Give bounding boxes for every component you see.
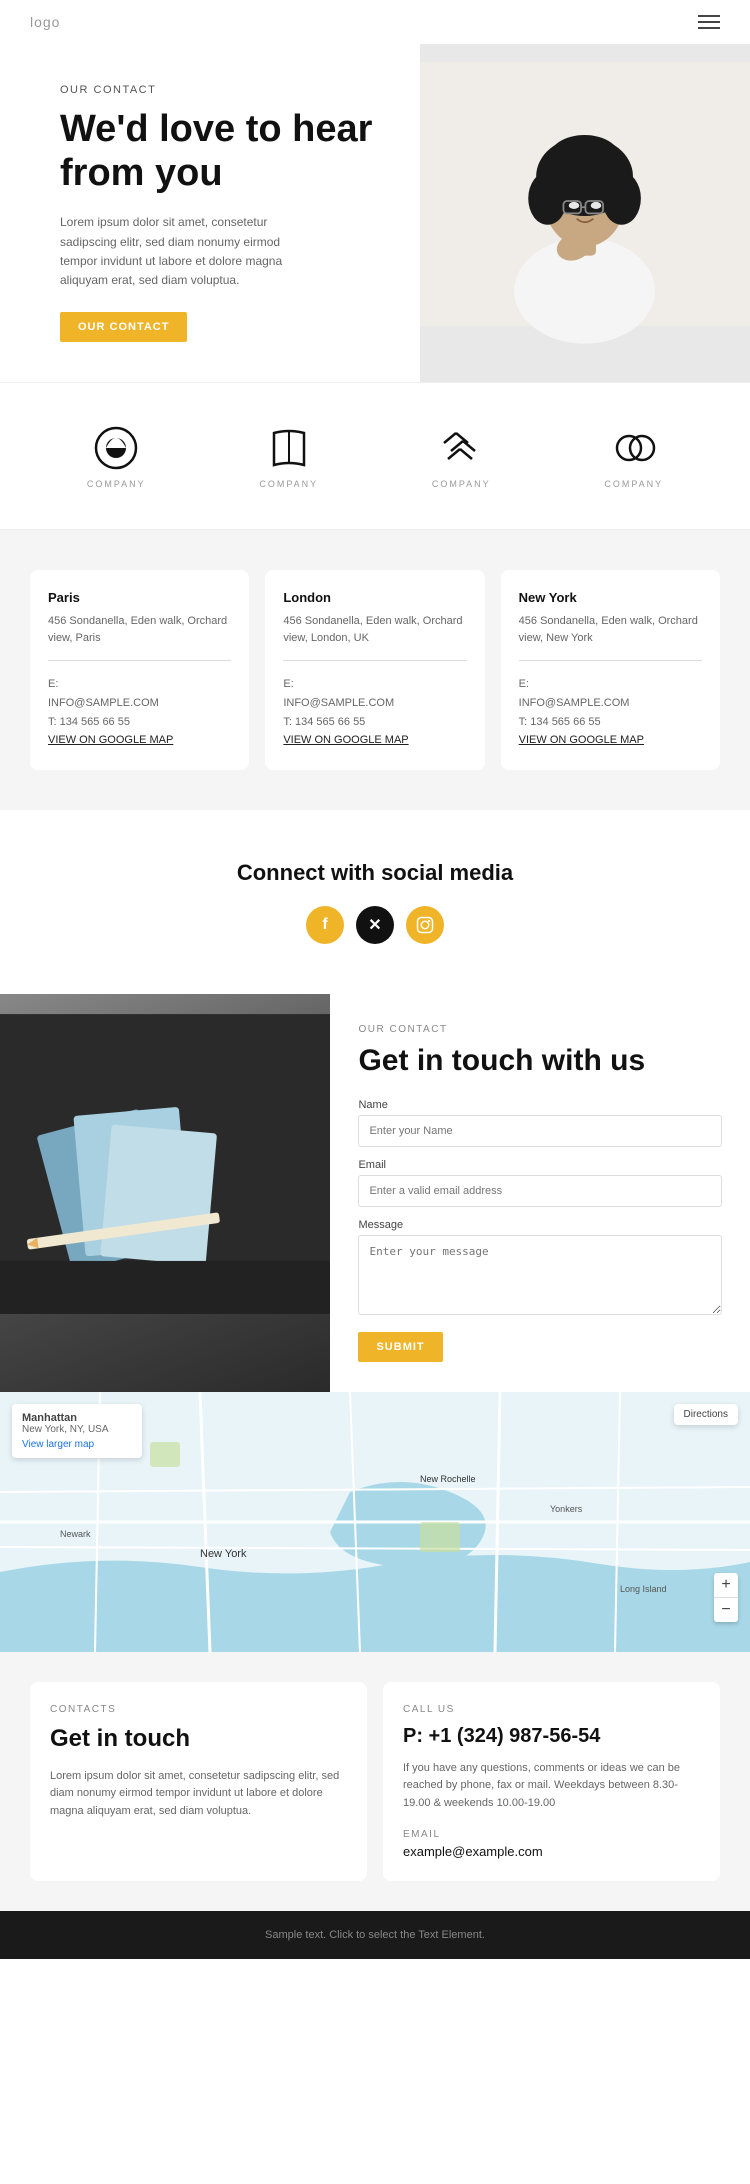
office-paris-map-link[interactable]: VIEW ON GOOGLE MAP [48,734,173,746]
contact-form-title: Get in touch with us [358,1043,722,1079]
bottom-right-email-label: EMAIL [403,1829,700,1840]
partner-3-label: COMPANY [432,479,491,489]
email-label: Email [358,1159,722,1171]
office-newyork-address: 456 Sondanella, Eden walk, Orchard view,… [519,613,702,646]
office-newyork: New York 456 Sondanella, Eden walk, Orch… [501,570,720,770]
partner-1: COMPANY [87,423,146,489]
logo: logo [30,14,60,30]
map-placeholder: New York New Rochelle Yonkers Newark Lon… [0,1392,750,1652]
office-newyork-contact: E: INFO@SAMPLE.COM T: 134 565 66 55 VIEW… [519,675,702,750]
office-paris: Paris 456 Sondanella, Eden walk, Orchard… [30,570,249,770]
hamburger-menu[interactable] [698,15,720,29]
hero-title: We'd love to hear from you [60,108,390,195]
partner-4: COMPANY [604,423,663,489]
office-london: London 456 Sondanella, Eden walk, Orchar… [265,570,484,770]
office-paris-city: Paris [48,590,231,605]
map-zoom-controls: + − [714,1573,738,1622]
contact-form-section: OUR CONTACT Get in touch with us Name Em… [0,994,750,1392]
office-newyork-map-link[interactable]: VIEW ON GOOGLE MAP [519,734,644,746]
bottom-left-title: Get in touch [50,1725,347,1754]
message-textarea[interactable] [358,1235,722,1315]
bottom-right-email: example@example.com [403,1844,700,1859]
map-info-box: Manhattan New York, NY, USA View larger … [12,1404,142,1458]
map-directions-button[interactable]: Directions [674,1404,738,1425]
footer: Sample text. Click to select the Text El… [0,1911,750,1959]
office-paris-contact: E: INFO@SAMPLE.COM T: 134 565 66 55 VIEW… [48,675,231,750]
office-newyork-city: New York [519,590,702,605]
map-zoom-out[interactable]: − [714,1598,738,1622]
partner-3: COMPANY [432,423,491,489]
submit-button[interactable]: SUBMIT [358,1332,442,1362]
x-twitter-icon[interactable]: ✕ [356,906,394,944]
name-field-group: Name [358,1099,722,1147]
bottom-right-phone: P: +1 (324) 987-56-54 [403,1725,700,1748]
hero-image [420,44,750,382]
message-label: Message [358,1219,722,1231]
partner-2: COMPANY [259,423,318,489]
office-london-address: 456 Sondanella, Eden walk, Orchard view,… [283,613,466,646]
bottom-left-label: CONTACTS [50,1704,347,1715]
svg-text:Yonkers: Yonkers [550,1504,583,1514]
facebook-icon[interactable]: f [306,906,344,944]
map-state: New York, NY, USA [22,1424,132,1435]
hero-left: OUR CONTACT We'd love to hear from you L… [0,44,420,382]
svg-text:Newark: Newark [60,1529,91,1539]
bottom-card-right: CALL US P: +1 (324) 987-56-54 If you hav… [383,1682,720,1881]
hero-label: OUR CONTACT [60,84,390,96]
contact-form: OUR CONTACT Get in touch with us Name Em… [330,994,750,1392]
name-label: Name [358,1099,722,1111]
map-section: New York New Rochelle Yonkers Newark Lon… [0,1392,750,1652]
svg-text:Long Island: Long Island [620,1584,667,1594]
bottom-card-left: CONTACTS Get in touch Lorem ipsum dolor … [30,1682,367,1881]
footer-text: Sample text. Click to select the Text El… [30,1929,720,1941]
offices-section: Paris 456 Sondanella, Eden walk, Orchard… [0,530,750,810]
social-title: Connect with social media [30,860,720,886]
bottom-right-label: CALL US [403,1704,700,1715]
map-zoom-in[interactable]: + [714,1573,738,1597]
partners-section: COMPANY COMPANY COMPANY COMPANY [0,382,750,530]
hero-cta-button[interactable]: OUR CONTACT [60,312,187,342]
message-field-group: Message [358,1219,722,1320]
email-input[interactable] [358,1175,722,1207]
bottom-left-text: Lorem ipsum dolor sit amet, consetetur s… [50,1768,347,1821]
instagram-icon[interactable] [406,906,444,944]
name-input[interactable] [358,1115,722,1147]
svg-text:New Rochelle: New Rochelle [420,1474,476,1484]
map-view-link[interactable]: View larger map [22,1439,132,1450]
bottom-contacts-section: CONTACTS Get in touch Lorem ipsum dolor … [0,1652,750,1911]
hero-section: OUR CONTACT We'd love to hear from you L… [0,44,750,382]
partner-2-label: COMPANY [259,479,318,489]
office-london-map-link[interactable]: VIEW ON GOOGLE MAP [283,734,408,746]
contact-image [0,994,330,1392]
office-paris-address: 456 Sondanella, Eden walk, Orchard view,… [48,613,231,646]
svg-text:New York: New York [200,1548,247,1560]
email-field-group: Email [358,1159,722,1207]
header: logo [0,0,750,44]
bottom-right-description: If you have any questions, comments or i… [403,1760,700,1813]
office-london-contact: E: INFO@SAMPLE.COM T: 134 565 66 55 VIEW… [283,675,466,750]
social-section: Connect with social media f ✕ [0,810,750,994]
map-city: Manhattan [22,1412,132,1424]
contact-form-label: OUR CONTACT [358,1024,722,1035]
office-london-city: London [283,590,466,605]
social-icons-row: f ✕ [30,906,720,944]
hero-description: Lorem ipsum dolor sit amet, consetetur s… [60,213,290,290]
partner-4-label: COMPANY [604,479,663,489]
partner-1-label: COMPANY [87,479,146,489]
